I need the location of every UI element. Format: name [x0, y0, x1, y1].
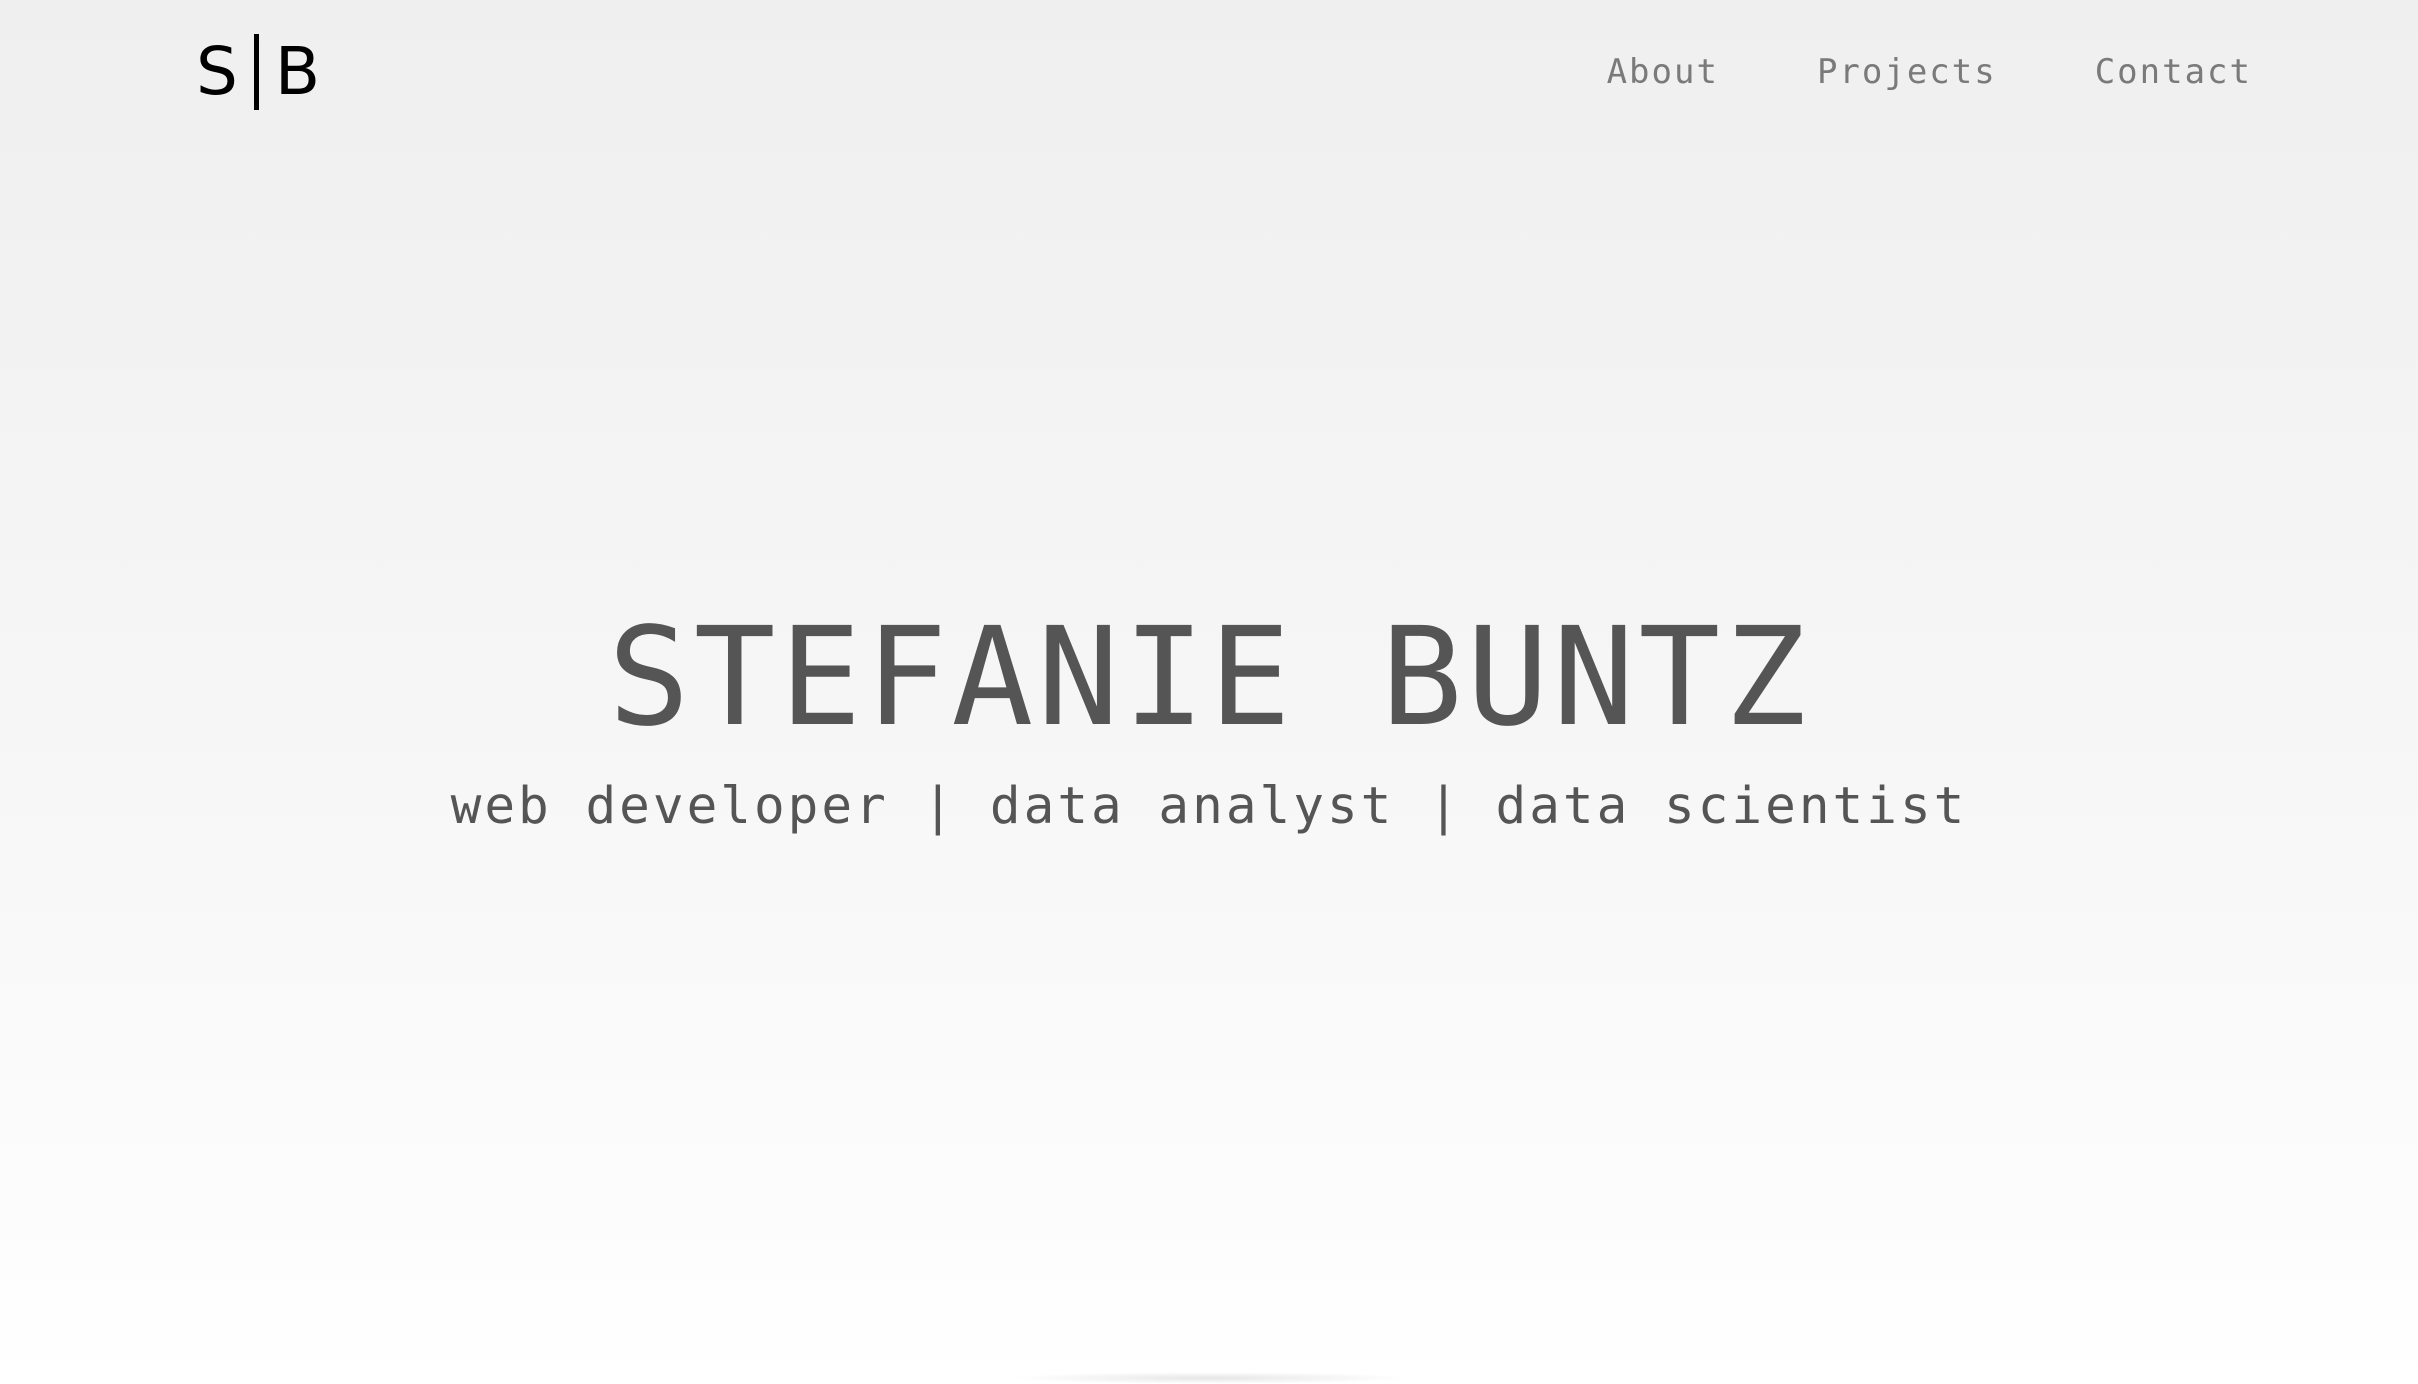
nav-link-projects[interactable]: Projects — [1817, 44, 1997, 100]
nav-link-contact[interactable]: Contact — [2095, 44, 2252, 100]
hero-tagline: web developer | data analyst | data scie… — [450, 777, 1968, 836]
logo-divider — [253, 34, 259, 110]
section-edge-shadow — [1010, 1372, 1410, 1384]
hero-name: STEFANIE BUNTZ — [607, 599, 1811, 757]
site-header: S B About Projects Contact — [0, 0, 2418, 150]
hero-section: STEFANIE BUNTZ web developer | data anal… — [0, 598, 2418, 842]
logo-letter-left: S — [196, 33, 238, 110]
nav-link-about[interactable]: About — [1607, 44, 1719, 100]
logo-letter-right: B — [274, 33, 321, 110]
main-nav: About Projects Contact — [1607, 44, 2252, 100]
logo-home-link[interactable]: S B — [196, 30, 320, 114]
